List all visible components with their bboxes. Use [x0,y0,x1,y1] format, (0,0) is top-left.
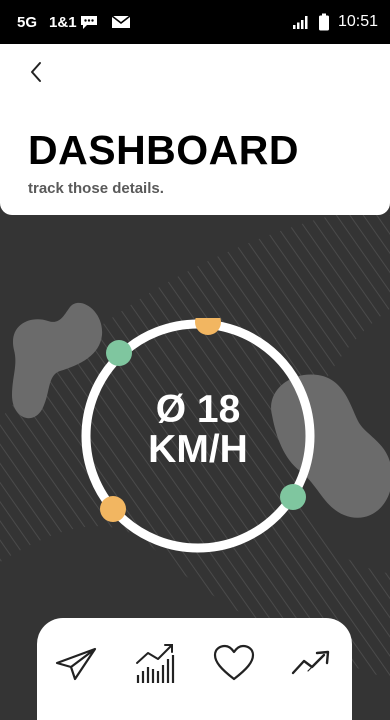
send-icon [56,647,97,681]
gauge-marker-green-left [106,340,132,366]
nav-send-button[interactable] [51,638,101,688]
gauge-marker-orange-top [195,318,221,335]
chevron-left-icon [31,62,41,82]
back-button[interactable] [20,56,52,88]
header-card: DASHBOARD track those details. [0,44,390,215]
gauge-marker-green-right [280,484,306,510]
network-label: 5G [17,13,38,31]
page-subtitle: track those details. [28,180,164,197]
mail-icon [111,15,131,28]
nav-trends-button[interactable] [288,638,338,688]
status-bar: 5G 1&1 10:51 [0,0,390,44]
nav-stats-button[interactable] [130,638,180,688]
speed-readout: Ø 18 KM/H [80,390,316,470]
carrier-label: 1&1 [49,13,77,31]
battery-icon [318,13,329,31]
bar-chart-icon [136,644,175,683]
screen: 5G 1&1 10:51 DASHBOARD track those detai… [0,0,390,720]
nav-favorites-button[interactable] [209,638,259,688]
status-bar-left: 5G 1&1 [17,0,131,44]
speed-value: Ø 18 [155,388,241,431]
speed-unit: KM/H [148,428,248,471]
page-title: DASHBOARD [28,127,299,173]
bottom-nav [37,618,352,720]
carrier-group: 1&1 [49,14,99,31]
gauge-marker-orange-bottom [100,496,126,522]
clock: 10:51 [337,13,378,30]
trend-up-icon [291,650,329,675]
signal-icon [292,16,308,29]
status-bar-right: 10:51 [292,0,378,44]
heart-icon [213,644,254,681]
chat-bubble-icon [80,16,97,29]
